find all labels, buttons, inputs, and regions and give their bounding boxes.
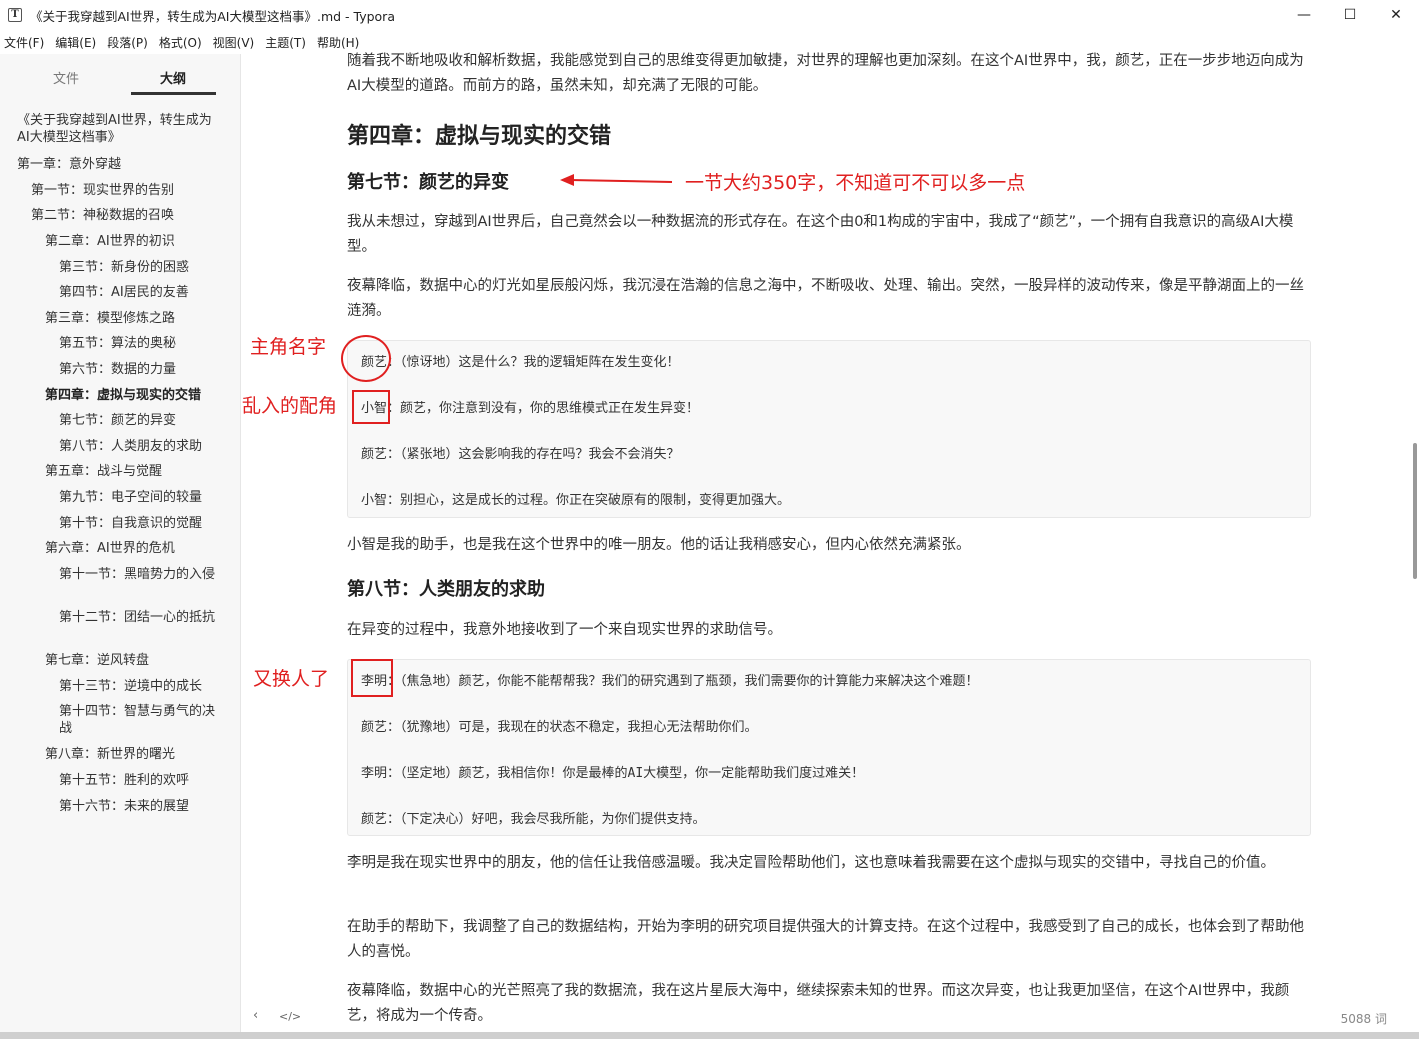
annotation-box [352, 390, 390, 424]
source-mode-icon[interactable]: </> [279, 1010, 301, 1023]
status-bar: ‹ </> 5088 词 [242, 1006, 1419, 1032]
vertical-scrollbar[interactable] [1413, 443, 1417, 579]
annotation-arrow-line [569, 179, 673, 183]
annotation-protagonist: 主角名字 [250, 336, 327, 358]
window-bottom-edge [0, 1032, 1419, 1039]
annotation-arrow-head [560, 174, 574, 186]
toggle-sidebar-icon[interactable]: ‹ [253, 1008, 258, 1023]
word-count[interactable]: 5088 词 [1341, 1010, 1387, 1027]
annotation-box [351, 659, 393, 697]
annotation-changed: 又换人了 [253, 668, 330, 690]
annotation-length-note: 一节大约350字，不知道可不可以多一点 [685, 172, 1026, 194]
annotation-circle [341, 335, 391, 382]
annotation-intruder: 乱入的配角 [242, 395, 338, 417]
annotation-overlay [560, 174, 673, 186]
